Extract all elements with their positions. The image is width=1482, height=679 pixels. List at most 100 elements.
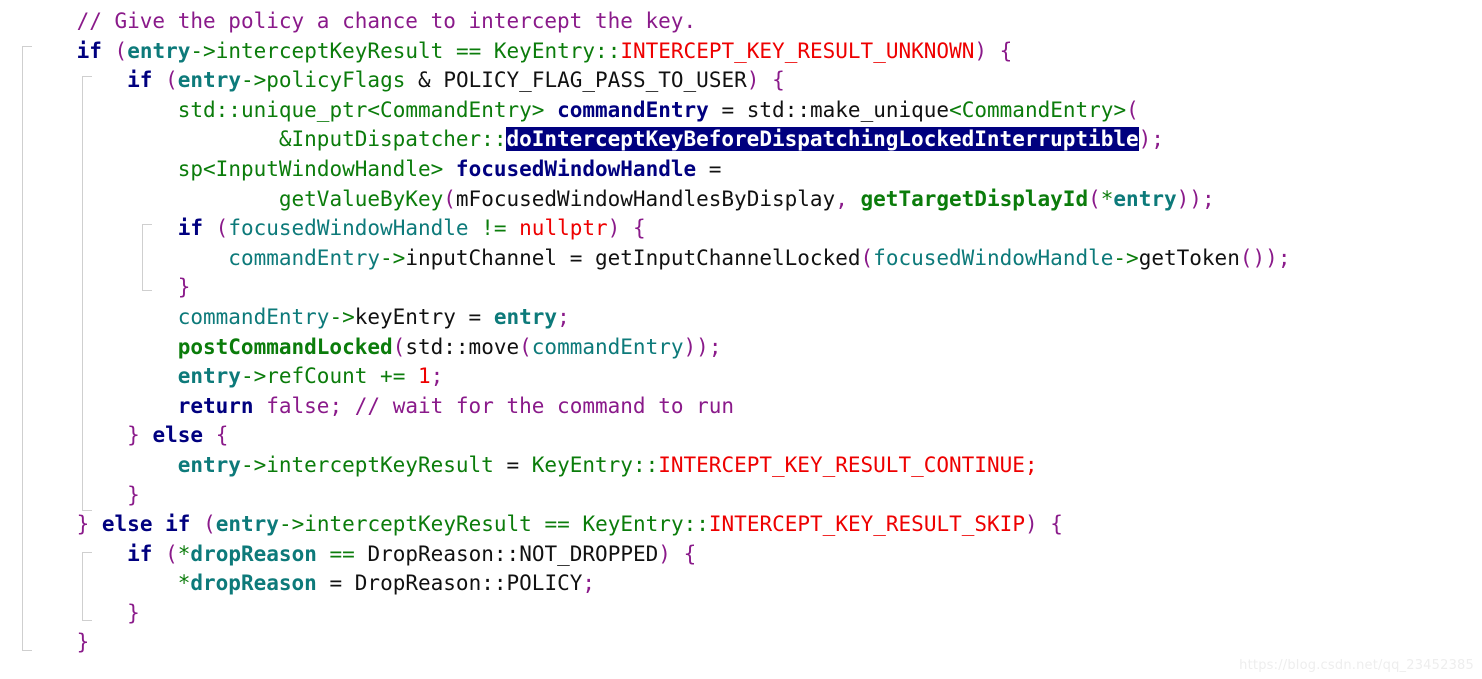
code-token: keyEntry xyxy=(354,304,456,329)
code-line[interactable]: } else { xyxy=(0,421,1482,451)
code-line[interactable]: if (entry->policyFlags & POLICY_FLAG_PAS… xyxy=(0,66,1482,96)
code-editor[interactable]: // Give the policy a chance to intercept… xyxy=(0,0,1482,679)
code-token: interceptKeyResult xyxy=(266,452,494,477)
code-token: == xyxy=(455,38,482,63)
code-line[interactable]: std::unique_ptr<CommandEntry> commandEnt… xyxy=(0,96,1482,126)
code-line[interactable]: *dropReason = DropReason::POLICY; xyxy=(0,569,1482,599)
code-line[interactable]: if (*dropReason == DropReason::NOT_DROPP… xyxy=(0,540,1482,570)
code-token: :: xyxy=(215,97,241,122)
code-token: INTERCEPT_KEY_RESULT_CONTINUE xyxy=(658,452,1025,477)
code-token: :: xyxy=(784,97,810,122)
code-token: ; xyxy=(557,304,570,329)
code-token: move xyxy=(468,334,520,359)
code-token: ) xyxy=(1189,186,1202,211)
code-token: entry xyxy=(177,452,241,477)
code-line[interactable]: } xyxy=(0,599,1482,629)
code-token: entry xyxy=(215,512,279,537)
code-token: CommandEntry xyxy=(961,97,1114,122)
code-content[interactable]: // Give the policy a chance to intercept… xyxy=(0,0,1482,658)
code-line[interactable]: } xyxy=(0,481,1482,511)
code-token: postCommandLocked xyxy=(177,334,393,359)
code-token: dropReason xyxy=(190,541,317,566)
code-token: inputChannel xyxy=(405,245,558,270)
code-line[interactable]: return false; // wait for the command to… xyxy=(0,392,1482,422)
code-token: :: xyxy=(493,541,520,566)
code-line[interactable]: } xyxy=(0,273,1482,303)
code-token: DropReason xyxy=(354,571,482,596)
code-token: -> xyxy=(1113,245,1139,270)
code-token: ) xyxy=(1024,512,1038,537)
code-token: { xyxy=(772,68,785,93)
code-token: } xyxy=(127,423,140,448)
code-token: NOT_DROPPED xyxy=(519,541,659,566)
code-token: std xyxy=(746,97,785,122)
code-token: false xyxy=(266,393,330,418)
code-token: } xyxy=(177,275,191,300)
code-token: POLICY xyxy=(506,571,583,596)
code-line[interactable]: entry->refCount += 1; xyxy=(0,362,1482,392)
code-token: > xyxy=(1113,97,1127,122)
code-token: return xyxy=(177,393,254,418)
code-token: ) xyxy=(658,541,671,566)
code-line[interactable]: commandEntry->inputChannel = getInputCha… xyxy=(0,244,1482,274)
code-line[interactable]: commandEntry->keyEntry = entry; xyxy=(0,303,1482,333)
selected-token[interactable]: doInterceptKeyBeforeDispatchingLockedInt… xyxy=(506,127,1139,152)
code-token: interceptKeyResult xyxy=(215,38,444,63)
code-token: entry xyxy=(1113,186,1177,211)
code-line[interactable]: entry->interceptKeyResult = KeyEntry::IN… xyxy=(0,451,1482,481)
code-line[interactable]: } else if (entry->interceptKeyResult == … xyxy=(0,510,1482,540)
code-token: getToken xyxy=(1138,245,1240,270)
code-token: policyFlags xyxy=(266,68,406,93)
code-token: > xyxy=(531,97,545,122)
code-line[interactable]: getValueByKey(mFocusedWindowHandlesByDis… xyxy=(0,185,1482,215)
code-token: } xyxy=(127,600,140,625)
code-token: & xyxy=(418,68,431,93)
code-line[interactable]: // Give the policy a chance to intercept… xyxy=(0,7,1482,37)
code-token: ; xyxy=(1201,186,1215,211)
code-line[interactable]: postCommandLocked(std::move(commandEntry… xyxy=(0,333,1482,363)
code-token: -> xyxy=(329,304,355,329)
code-token: POLICY_FLAG_PASS_TO_USER xyxy=(430,68,747,93)
code-token: ; xyxy=(582,571,596,596)
code-token: if xyxy=(127,541,153,566)
code-line[interactable]: sp<InputWindowHandle> focusedWindowHandl… xyxy=(0,155,1482,185)
code-token: ) xyxy=(1252,245,1266,270)
code-token: ; xyxy=(708,334,722,359)
code-line[interactable]: &InputDispatcher::doInterceptKeyBeforeDi… xyxy=(0,125,1482,155)
code-token: < xyxy=(949,97,962,122)
code-token: != xyxy=(481,216,507,241)
code-line[interactable]: if (focusedWindowHandle != nullptr) { xyxy=(0,214,1482,244)
code-token: std xyxy=(177,97,216,122)
code-line[interactable]: } xyxy=(0,628,1482,658)
code-token: } xyxy=(76,630,90,655)
code-token: focusedWindowHandle xyxy=(228,216,469,241)
code-token: focusedWindowHandle xyxy=(455,156,697,181)
code-token: -> xyxy=(190,38,216,63)
code-line[interactable]: if (entry->interceptKeyResult == KeyEntr… xyxy=(0,37,1482,67)
code-token: -> xyxy=(380,245,406,270)
